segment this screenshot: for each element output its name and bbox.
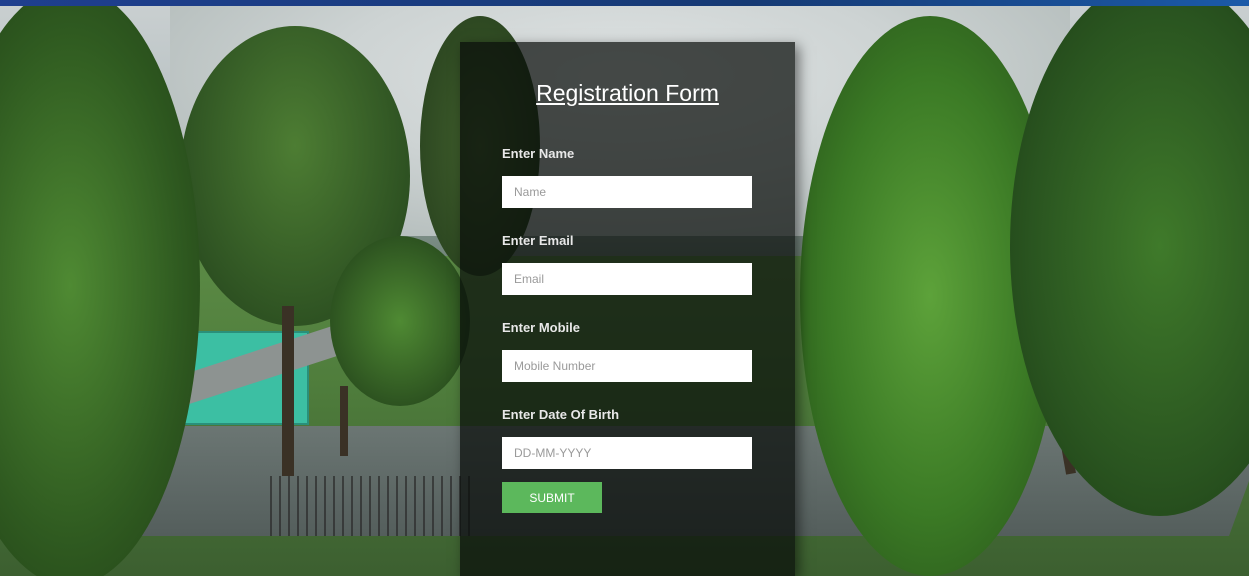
- registration-form: Registration Form Enter Name Enter Email…: [460, 42, 795, 576]
- top-bar: [0, 0, 1249, 6]
- background-tree-trunk: [340, 386, 348, 456]
- background-fence: [270, 476, 470, 536]
- background-tree-trunk: [282, 306, 294, 476]
- name-label: Enter Name: [502, 146, 575, 161]
- dob-input[interactable]: [502, 437, 752, 469]
- dob-label: Enter Date Of Birth: [502, 407, 620, 422]
- mobile-input[interactable]: [502, 350, 752, 382]
- submit-button[interactable]: SUBMIT: [502, 482, 602, 513]
- form-title: Registration Form: [536, 80, 719, 106]
- mobile-label: Enter Mobile: [502, 320, 581, 335]
- name-input[interactable]: [502, 176, 752, 208]
- email-input[interactable]: [502, 263, 752, 295]
- page: Registration Form Enter Name Enter Email…: [0, 0, 1249, 576]
- background-tree: [330, 236, 470, 406]
- email-label: Enter Email: [502, 233, 574, 248]
